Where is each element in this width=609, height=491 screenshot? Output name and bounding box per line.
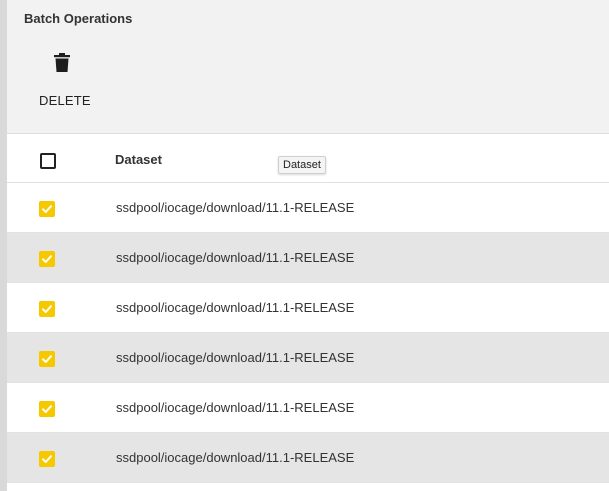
table-row[interactable]: ssdpool/iocage/download/11.1-RELEASE: [7, 383, 609, 433]
row-dataset-name: ssdpool/iocage/download/11.1-RELEASE: [116, 250, 355, 265]
delete-label: DELETE: [39, 93, 91, 108]
checkbox-checked-icon: [42, 205, 52, 213]
table-header: Dataset Dataset: [7, 134, 609, 183]
checkbox-checked-icon: [42, 405, 52, 413]
row-checkbox[interactable]: [39, 301, 55, 317]
batch-operations-panel: Batch Operations DELETE: [7, 0, 609, 134]
row-dataset-name: ssdpool/iocage/download/11.1-RELEASE: [116, 350, 355, 365]
table-body: ssdpool/iocage/download/11.1-RELEASE ssdp…: [7, 183, 609, 483]
dataset-table: Dataset Dataset ssdpool/iocage/download/…: [7, 134, 609, 483]
row-checkbox[interactable]: [39, 201, 55, 217]
delete-button[interactable]: DELETE: [33, 48, 97, 114]
row-dataset-name: ssdpool/iocage/download/11.1-RELEASE: [116, 200, 355, 215]
table-row[interactable]: ssdpool/iocage/download/11.1-RELEASE: [7, 283, 609, 333]
row-dataset-name: ssdpool/iocage/download/11.1-RELEASE: [116, 400, 355, 415]
column-header-dataset[interactable]: Dataset: [115, 152, 162, 167]
table-row[interactable]: ssdpool/iocage/download/11.1-RELEASE: [7, 433, 609, 483]
row-dataset-name: ssdpool/iocage/download/11.1-RELEASE: [116, 300, 355, 315]
tooltip: Dataset: [278, 156, 326, 174]
checkbox-checked-icon: [42, 455, 52, 463]
table-row[interactable]: ssdpool/iocage/download/11.1-RELEASE: [7, 333, 609, 383]
row-dataset-name: ssdpool/iocage/download/11.1-RELEASE: [116, 450, 355, 465]
row-checkbox[interactable]: [39, 401, 55, 417]
row-checkbox[interactable]: [39, 351, 55, 367]
checkbox-checked-icon: [42, 355, 52, 363]
checkbox-checked-icon: [42, 255, 52, 263]
row-checkbox[interactable]: [39, 251, 55, 267]
checkbox-checked-icon: [42, 305, 52, 313]
trash-icon: [54, 53, 70, 72]
select-all-checkbox[interactable]: [40, 153, 56, 169]
batch-operations-title: Batch Operations: [24, 11, 133, 26]
row-checkbox[interactable]: [39, 451, 55, 467]
table-row[interactable]: ssdpool/iocage/download/11.1-RELEASE: [7, 233, 609, 283]
left-rail: [0, 0, 7, 491]
table-row[interactable]: ssdpool/iocage/download/11.1-RELEASE: [7, 183, 609, 233]
